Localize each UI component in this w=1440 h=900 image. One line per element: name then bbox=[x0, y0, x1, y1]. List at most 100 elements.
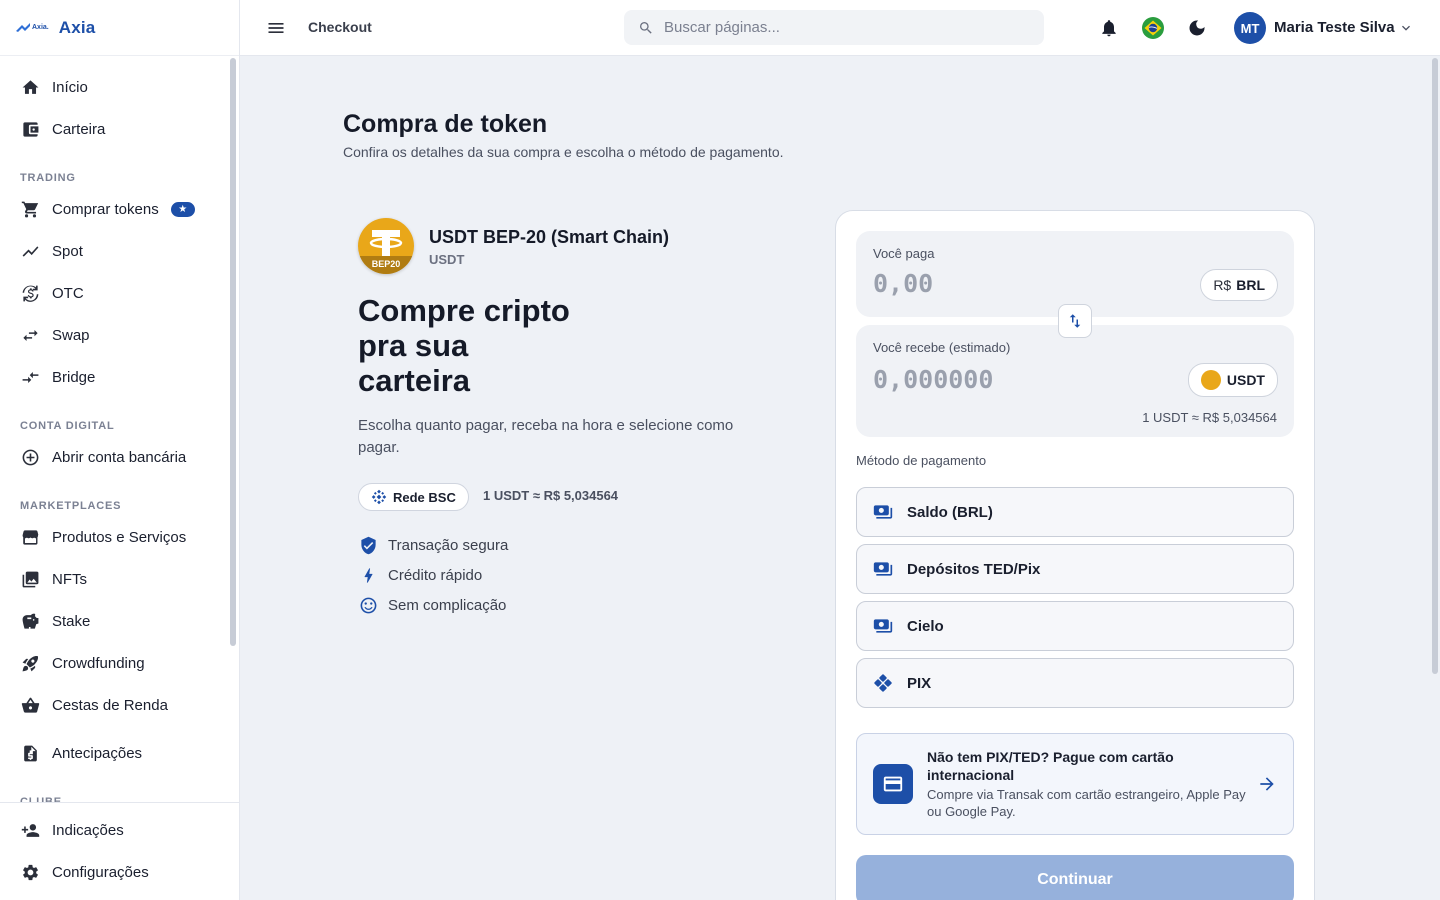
sidebar-item-label: Abrir conta bancária bbox=[52, 448, 187, 466]
feature-item: Sem complicação bbox=[358, 595, 506, 615]
sidebar-item-label: Início bbox=[52, 78, 88, 96]
user-name[interactable]: Maria Teste Silva bbox=[1274, 19, 1395, 36]
sidebar-item-inicio[interactable]: Início bbox=[0, 66, 228, 108]
sidebar-item-label: Carteira bbox=[52, 120, 106, 138]
payment-option-ted-pix[interactable]: Depósitos TED/Pix bbox=[856, 544, 1294, 594]
cash-icon bbox=[873, 616, 893, 636]
sidebar-item-bridge[interactable]: Bridge bbox=[0, 356, 228, 398]
hero-subtitle: Escolha quanto pagar, receba na hora e s… bbox=[358, 417, 734, 456]
brand[interactable]: Axia. Axia bbox=[0, 0, 239, 56]
chevron-down-icon[interactable] bbox=[1398, 20, 1414, 36]
payment-method-label: Método de pagamento bbox=[856, 453, 987, 468]
sidebar-item-label: Crowdfunding bbox=[52, 654, 145, 672]
section-title-trading: TRADING bbox=[20, 172, 76, 184]
receive-label: Você recebe (estimado) bbox=[873, 340, 1011, 355]
payment-option-label: PIX bbox=[907, 674, 932, 692]
wallet-icon bbox=[20, 119, 40, 139]
page-title: Compra de token bbox=[343, 110, 548, 138]
payment-option-cielo[interactable]: Cielo bbox=[856, 601, 1294, 651]
usdt-coin-icon bbox=[1200, 370, 1221, 390]
image-icon bbox=[20, 569, 40, 589]
sidebar-item-swap[interactable]: Swap bbox=[0, 314, 228, 356]
credit-card-icon bbox=[873, 764, 913, 804]
receipt-icon bbox=[20, 743, 40, 763]
receive-currency-select[interactable]: USDT bbox=[1187, 363, 1278, 397]
smile-icon bbox=[358, 595, 378, 615]
sidebar-item-spot[interactable]: Spot bbox=[0, 230, 228, 272]
receive-box[interactable]: Você recebe (estimado) 0,000000 USDT 1 U… bbox=[856, 325, 1294, 437]
pay-currency-select[interactable]: R$ BRL bbox=[1200, 269, 1278, 301]
sidebar-item-nfts[interactable]: NFTs bbox=[0, 558, 228, 600]
sidebar-nav: Início Carteira TRADING Comprar tokens ★… bbox=[0, 56, 228, 802]
international-description: Compre via Transak com cartão estrangeir… bbox=[927, 787, 1246, 819]
hero-line: Compre cripto bbox=[358, 293, 570, 328]
feature-item: Transação segura bbox=[358, 535, 508, 555]
page-crumb: Checkout bbox=[308, 19, 372, 35]
section-title-clube: CLUBE bbox=[20, 796, 62, 802]
payment-option-pix[interactable]: PIX bbox=[856, 658, 1294, 708]
top-header: Checkout MT Maria Teste Silva bbox=[240, 0, 1440, 56]
search-bar[interactable] bbox=[624, 10, 1044, 45]
sidebar-item-label: Stake bbox=[52, 612, 91, 630]
star-badge: ★ bbox=[170, 201, 195, 217]
main-scrollbar[interactable] bbox=[1432, 58, 1438, 674]
sidebar-item-label: Antecipações bbox=[52, 744, 143, 762]
sidebar-item-indicacoes[interactable]: Indicações bbox=[0, 809, 239, 851]
pay-amount-input[interactable]: 0,00 bbox=[873, 269, 933, 298]
sidebar-item-crowdfunding[interactable]: Crowdfunding bbox=[0, 642, 228, 684]
menu-icon[interactable] bbox=[266, 18, 286, 38]
sidebar-item-otc[interactable]: OTC bbox=[0, 272, 228, 314]
sidebar-item-carteira[interactable]: Carteira bbox=[0, 108, 228, 150]
basket-icon bbox=[20, 695, 40, 715]
hero-heading: Compre cripto pra sua carteira bbox=[358, 293, 618, 398]
payment-option-saldo[interactable]: Saldo (BRL) bbox=[856, 487, 1294, 537]
currency-code: USDT bbox=[1226, 372, 1265, 388]
swap-vertical-icon bbox=[1069, 314, 1081, 328]
sidebar-item-label: Produtos e Serviços bbox=[52, 528, 187, 546]
dark-mode-icon[interactable] bbox=[1186, 17, 1208, 39]
sidebar-scrollbar[interactable] bbox=[230, 58, 236, 646]
pix-icon bbox=[873, 673, 893, 693]
bolt-icon bbox=[358, 565, 378, 585]
home-icon bbox=[20, 77, 40, 97]
sidebar-item-antecipacoes[interactable]: Antecipações bbox=[0, 732, 228, 774]
sidebar-item-label: Spot bbox=[52, 242, 83, 260]
sidebar-item-label: OTC bbox=[52, 284, 84, 302]
conversion-rate: 1 USDT ≈ R$ 5,034564 bbox=[1142, 410, 1277, 425]
purchase-card: Você paga 0,00 R$ BRL Você recebe (estim… bbox=[835, 210, 1315, 900]
settings-icon bbox=[20, 862, 40, 882]
sidebar-item-stake[interactable]: Stake bbox=[0, 600, 228, 642]
feature-item: Crédito rápido bbox=[358, 565, 482, 585]
network-pill: Rede BSC bbox=[358, 483, 469, 511]
sidebar-item-configuracoes[interactable]: Configurações bbox=[0, 851, 239, 893]
avatar[interactable]: MT bbox=[1234, 12, 1266, 44]
sidebar-item-produtos[interactable]: Produtos e Serviços bbox=[0, 516, 228, 558]
payment-option-label: Cielo bbox=[907, 617, 944, 635]
swap-icon bbox=[20, 325, 40, 345]
sidebar-item-abrir-conta[interactable]: Abrir conta bancária bbox=[0, 436, 228, 478]
sidebar-item-label: Indicações bbox=[52, 821, 124, 839]
page-subtitle: Confira os detalhes da sua compra e esco… bbox=[343, 144, 784, 160]
sidebar-item-cestas[interactable]: Cestas de Renda bbox=[0, 684, 228, 726]
search-icon bbox=[640, 21, 652, 34]
sidebar: Axia. Axia Início Carteira TRADING Compr… bbox=[0, 0, 240, 900]
shield-check-icon bbox=[358, 535, 378, 555]
sidebar-item-comprar-tokens[interactable]: Comprar tokens ★ bbox=[0, 188, 228, 230]
cash-icon bbox=[873, 559, 893, 579]
bep20-badge: BEP20 bbox=[358, 256, 414, 274]
international-card-banner[interactable]: Não tem PIX/TED? Pague com cartão intern… bbox=[856, 733, 1294, 835]
payment-option-label: Depósitos TED/Pix bbox=[907, 560, 1041, 578]
search-input[interactable] bbox=[664, 19, 1024, 36]
continue-button[interactable]: Continuar bbox=[856, 855, 1294, 900]
usdt-token-logo: BEP20 bbox=[358, 218, 414, 274]
sidebar-item-label: Cestas de Renda bbox=[52, 696, 168, 714]
store-icon bbox=[20, 527, 40, 547]
section-title-conta-digital: CONTA DIGITAL bbox=[20, 420, 115, 432]
brazil-flag-icon[interactable] bbox=[1142, 17, 1164, 39]
piggy-icon bbox=[20, 611, 40, 631]
international-title: Não tem PIX/TED? Pague com cartão intern… bbox=[927, 749, 1174, 783]
bsc-network-icon bbox=[371, 489, 387, 505]
bell-icon[interactable] bbox=[1098, 17, 1120, 39]
brand-logo: Axia. bbox=[16, 22, 49, 33]
swap-direction-button[interactable] bbox=[1058, 304, 1092, 338]
